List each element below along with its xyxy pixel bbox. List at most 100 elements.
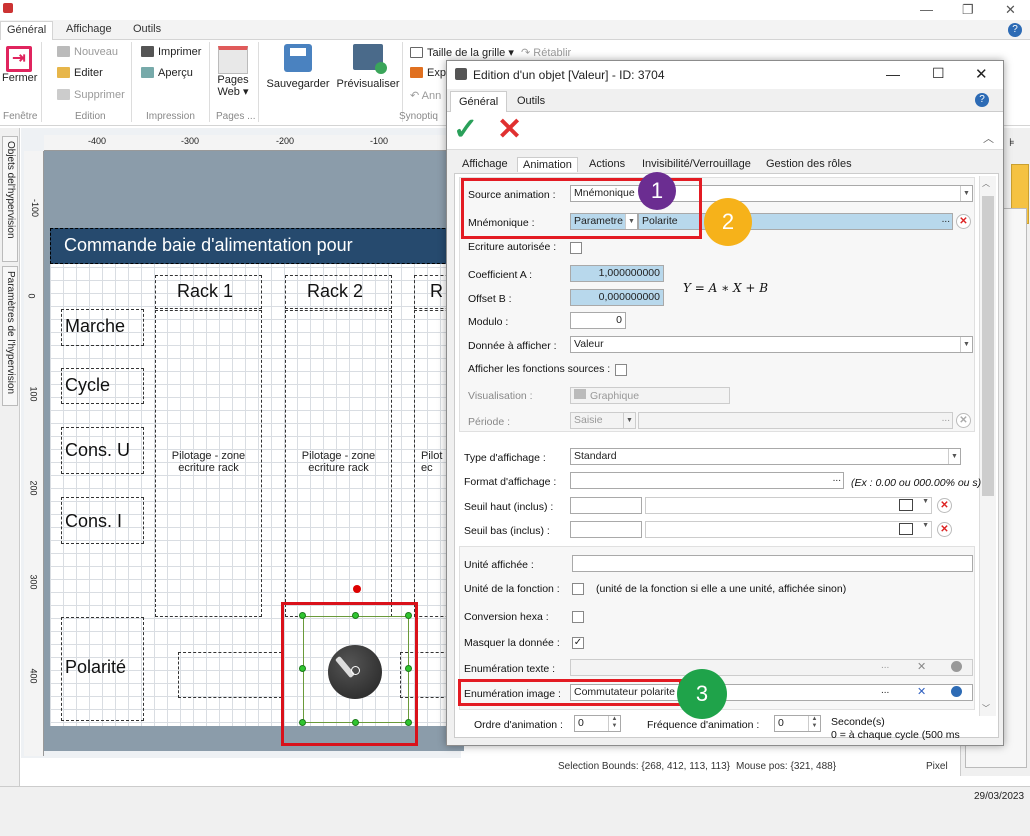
- visualisation-button[interactable]: Graphique: [570, 387, 730, 404]
- tab-outils[interactable]: Outils: [133, 23, 161, 35]
- row-label-cons-u[interactable]: Cons. U: [61, 427, 144, 474]
- type-affichage-value: Standard: [574, 450, 617, 462]
- export-button[interactable]: Exp: [410, 67, 446, 79]
- banner-title[interactable]: Commande baie d'alimentation pour: [50, 228, 460, 264]
- undo-button[interactable]: ↶ Ann: [410, 89, 441, 102]
- masquer-checkbox[interactable]: ✓: [572, 637, 584, 649]
- modulo-input[interactable]: 0: [570, 312, 626, 329]
- clear-mnemonique-icon[interactable]: ✕: [956, 214, 971, 229]
- chevron-down-icon: ▼: [960, 337, 972, 352]
- tab-general[interactable]: Général: [0, 21, 54, 41]
- rack-1-label: Rack 1: [177, 281, 234, 301]
- subtab-animation[interactable]: Animation: [517, 157, 578, 172]
- rotation-handle[interactable]: [353, 585, 361, 593]
- collapse-icon[interactable]: ︿: [983, 130, 994, 146]
- help-icon[interactable]: ?: [1008, 23, 1022, 37]
- minimize-icon[interactable]: —: [920, 2, 933, 17]
- rack-zone-1[interactable]: Pilotage - zone ecriture rack: [155, 310, 262, 617]
- ruler-label: -100: [30, 198, 41, 218]
- unite-affichee-input[interactable]: [572, 555, 973, 572]
- rack-zone-2[interactable]: Pilotage - zone ecriture rack: [285, 310, 392, 617]
- dialog-help-icon[interactable]: ?: [975, 93, 989, 107]
- ecriture-checkbox[interactable]: [570, 242, 582, 254]
- polarity-zone-1[interactable]: [178, 652, 282, 698]
- row-label-marche[interactable]: Marche: [61, 309, 144, 346]
- dialog-tab-outils[interactable]: Outils: [517, 95, 545, 107]
- format-input[interactable]: ...: [570, 472, 844, 489]
- go-icon[interactable]: [951, 661, 962, 672]
- spinner-arrows-icon[interactable]: ▲ ▼: [808, 716, 820, 731]
- validate-checkmark-icon[interactable]: ✓: [453, 112, 478, 147]
- seuil-bas-input[interactable]: [570, 521, 642, 538]
- coef-a-input[interactable]: 1,000000000: [570, 265, 664, 282]
- preview-print-button[interactable]: Aperçu: [141, 67, 193, 79]
- subtab-affichage[interactable]: Affichage: [462, 158, 508, 170]
- go-icon[interactable]: [951, 686, 962, 697]
- rack-header-1[interactable]: Rack 1: [155, 275, 262, 309]
- color-swatch: [899, 523, 913, 535]
- browse-icon[interactable]: ...: [942, 214, 950, 225]
- masquer-label: Masquer la donnée :: [464, 637, 560, 649]
- dialog-scrollbar[interactable]: ︿ ﹀: [979, 176, 996, 716]
- enum-texte-input[interactable]: ... ✕: [570, 659, 973, 676]
- tab-parametres-hypervision[interactable]: Paramètres de l'hypervision: [2, 266, 18, 406]
- donnee-select[interactable]: Valeur ▼: [570, 336, 973, 353]
- dialog-maximize-icon[interactable]: ☐: [932, 65, 945, 82]
- preview-label: Prévisualiser: [336, 78, 400, 90]
- spinner-arrows-icon[interactable]: ▲ ▼: [608, 716, 620, 731]
- offset-b-input[interactable]: 0,000000000: [570, 289, 664, 306]
- edit-button[interactable]: Editer: [57, 67, 103, 79]
- close-icon[interactable]: ✕: [1005, 2, 1016, 18]
- close-button[interactable]: ⇥ Fermer: [2, 46, 38, 84]
- clear-periode-icon[interactable]: ✕: [956, 413, 971, 428]
- clear-seuil-haut-icon[interactable]: ✕: [937, 498, 952, 513]
- tab-objets-label: Objets del'hypervision: [5, 141, 16, 239]
- frequence-spinner[interactable]: 0 ▲ ▼: [774, 715, 821, 732]
- new-button[interactable]: Nouveau: [57, 46, 118, 58]
- clear-seuil-bas-icon[interactable]: ✕: [937, 522, 952, 537]
- tab-affichage[interactable]: Affichage: [66, 23, 112, 35]
- browse-icon[interactable]: ...: [881, 660, 889, 671]
- zone-text: ecriture rack: [308, 462, 369, 474]
- ordre-spinner[interactable]: 0 ▲ ▼: [574, 715, 621, 732]
- subtab-actions[interactable]: Actions: [589, 158, 625, 170]
- unite-fonction-checkbox[interactable]: [572, 583, 584, 595]
- tab-objets-hypervision[interactable]: Objets del'hypervision: [2, 136, 18, 262]
- dialog-close-icon[interactable]: ✕: [975, 65, 988, 83]
- seuil-haut-input[interactable]: [570, 497, 642, 514]
- dialog-tab-general[interactable]: Général: [450, 91, 508, 112]
- delete-button[interactable]: Supprimer: [57, 89, 125, 101]
- periode-select[interactable]: Saisie ▼: [570, 412, 636, 429]
- selection-bounds-text: Selection Bounds: {268, 412, 113, 113}: [558, 761, 730, 772]
- clear-icon[interactable]: ✕: [917, 660, 926, 673]
- rack-header-2[interactable]: Rack 2: [285, 275, 392, 309]
- cancel-cross-icon[interactable]: ✕: [497, 112, 522, 147]
- format-hint: (Ex : 0.00 ou 000.00% ou s): [851, 477, 982, 489]
- redo-button[interactable]: ↷ Rétablir: [521, 46, 571, 59]
- save-button[interactable]: Sauvegarder: [264, 44, 332, 90]
- browse-icon[interactable]: ...: [881, 685, 889, 696]
- close-label: Fermer: [2, 72, 38, 84]
- preview-button[interactable]: Prévisualiser: [336, 44, 400, 90]
- periode-input[interactable]: ...: [638, 412, 953, 429]
- conversion-hexa-checkbox[interactable]: [572, 611, 584, 623]
- seuil-bas-color[interactable]: ▼: [645, 521, 932, 538]
- pin-icon[interactable]: ⊧: [1009, 136, 1015, 149]
- periode-value: Saisie: [574, 414, 603, 426]
- grid-size-button[interactable]: Taille de la grille ▾: [410, 46, 514, 59]
- subtab-roles[interactable]: Gestion des rôles: [766, 158, 852, 170]
- clear-icon[interactable]: ✕: [917, 685, 926, 698]
- pages-web-button[interactable]: Pages Web ▾: [212, 46, 254, 98]
- dialog-minimize-icon[interactable]: —: [886, 66, 900, 82]
- subtab-invisibilite[interactable]: Invisibilité/Verrouillage: [642, 158, 751, 170]
- offset-b-label: Offset B :: [468, 293, 512, 305]
- row-label-cons-i[interactable]: Cons. I: [61, 497, 144, 544]
- seuil-haut-color[interactable]: ▼: [645, 497, 932, 514]
- row-label-polarite[interactable]: Polarité: [61, 617, 144, 721]
- type-affichage-select[interactable]: Standard ▼: [570, 448, 961, 465]
- afficher-sources-checkbox[interactable]: [615, 364, 627, 376]
- restore-icon[interactable]: ❐: [962, 2, 974, 18]
- row-label-cycle[interactable]: Cycle: [61, 368, 144, 404]
- grid-size-label: Taille de la grille ▾: [427, 47, 514, 59]
- print-button[interactable]: Imprimer: [141, 46, 201, 58]
